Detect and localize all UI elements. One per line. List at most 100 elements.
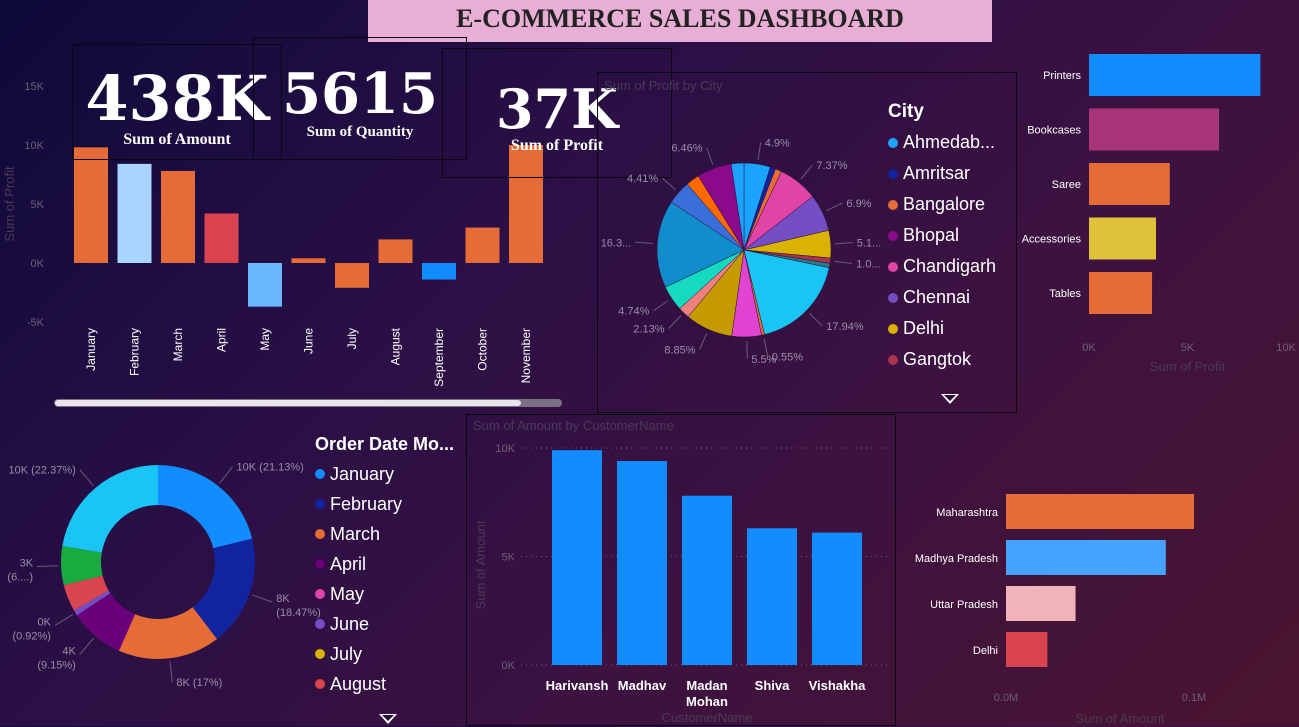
y-tick-label: Accessories <box>1022 234 1082 246</box>
pie-data-label: 4.41% <box>627 173 658 185</box>
bar <box>1006 540 1166 575</box>
amount-by-customer-chart[interactable]: Sum of Amount by CustomerName 10K 5K 0K Sum … <box>466 414 896 726</box>
x-tick-label: 0K <box>1082 342 1096 354</box>
profit-by-subcategory-chart[interactable]: Printers Bookcases Saree Accessories Tables 0… <box>1017 44 1299 414</box>
legend-item[interactable]: May <box>315 579 454 609</box>
legend-item[interactable]: January <box>315 459 454 489</box>
legend-item[interactable]: April <box>315 549 454 579</box>
x-axis-label: CustomerName <box>661 710 752 725</box>
legend-dot <box>888 137 898 148</box>
x-tick-label: August <box>389 327 403 365</box>
donut-data-label: (9.15%) <box>37 659 76 671</box>
donut-data-label: 10K (21.13%) <box>237 462 304 474</box>
dashboard-title: E-COMMERCE SALES DASHBOARD <box>368 0 992 42</box>
legend-item[interactable]: Ahmedab... <box>888 127 996 158</box>
legend-label: Gangtok <box>903 349 972 369</box>
x-tick-label: May <box>258 328 272 351</box>
y-tick-label: Maharashtra <box>936 507 999 519</box>
legend-item[interactable]: Chennai <box>888 282 996 313</box>
legend-dot <box>888 261 898 272</box>
bar <box>335 263 369 288</box>
x-tick-label: July <box>345 328 359 349</box>
pie-leader-line <box>706 147 714 165</box>
pie-data-label: 7.37% <box>816 160 847 172</box>
legend-item[interactable]: Bangalore <box>888 189 996 220</box>
y-tick-label: Delhi <box>973 645 998 657</box>
y-tick-label: Saree <box>1052 179 1081 191</box>
x-axis-label: Sum of Amount <box>1076 711 1165 726</box>
x-tick-label: Madan <box>686 678 727 693</box>
legend-item[interactable]: June <box>315 609 454 639</box>
y-tick-label: Printers <box>1043 70 1081 82</box>
legend-dot <box>315 619 325 629</box>
pie-data-label: 1.0... <box>856 258 880 270</box>
legend-label: June <box>330 613 370 634</box>
y-tick-label: Tables <box>1049 288 1081 300</box>
legend-label: Amritsar <box>903 163 970 183</box>
amount-by-month-chart[interactable]: 10K (21.13%) 8K (18.47%) 8K (17%) 4K (9.15%) 0… <box>0 428 465 726</box>
legend-item[interactable]: March <box>315 519 454 549</box>
donut-leader-line <box>219 466 233 484</box>
profit-by-subcategory-svg: Printers Bookcases Saree Accessories Tables 0… <box>1022 54 1296 374</box>
pie-data-label: 2.13% <box>633 324 664 336</box>
y-tick-label: Uttar Pradesh <box>930 599 998 611</box>
legend-label: Bhopal <box>903 225 960 245</box>
legend-item[interactable]: July <box>315 639 454 669</box>
kpi-card-quantity: 5615 Sum of Quantity <box>253 37 467 160</box>
y-axis-label: Sum of Profit <box>2 166 17 242</box>
pie-data-label: 0.55% <box>772 351 803 363</box>
donut-data-label: 0K <box>38 616 52 628</box>
donut-leader-line <box>252 594 273 603</box>
legend-item[interactable]: Bhopal <box>888 220 996 251</box>
month-legend[interactable]: Order Date Mo... January February March Apr… <box>315 434 454 699</box>
x-tick-label: March <box>171 328 185 361</box>
x-tick-label: June <box>302 328 316 354</box>
y-tick-label: -5K <box>27 317 45 329</box>
pie-data-label: 16.3... <box>601 237 632 249</box>
pie-data-label: 5.1... <box>857 238 881 250</box>
y-tick-label: 10K <box>495 443 515 455</box>
legend-item[interactable]: August <box>315 669 454 699</box>
y-tick-label: 0K <box>502 660 516 672</box>
legend-item[interactable]: Chandigarh <box>888 251 996 282</box>
bar <box>117 163 152 263</box>
pie-leader-line <box>746 340 748 359</box>
bar <box>1006 494 1194 529</box>
legend-dot <box>315 679 325 689</box>
amount-by-customer-svg: Sum of Amount by CustomerName 10K 5K 0K Sum … <box>473 418 887 725</box>
pie-leader-line <box>661 177 677 191</box>
pie-leader-line <box>757 142 762 161</box>
legend-item[interactable]: Delhi <box>888 313 996 344</box>
month-legend-scroll-down-icon[interactable] <box>379 714 397 724</box>
profit-by-city-chart[interactable]: Sum of Profit by City 4.9% 7.37% 6.9% 5.1...… <box>597 72 1017 413</box>
bar <box>1089 163 1170 205</box>
legend-label: Delhi <box>903 318 945 338</box>
amount-by-state-chart[interactable]: Maharashtra Madhya Pradesh Uttar Pradesh De… <box>896 414 1299 726</box>
x-tick-label: 0.0M <box>994 692 1018 704</box>
y-tick-label: 0K <box>31 258 45 270</box>
donut-leader-line <box>54 614 74 626</box>
donut-data-label: 8K <box>276 593 290 605</box>
kpi-quantity-value: 5615 <box>282 61 438 127</box>
scrollbar-thumb <box>55 400 521 406</box>
bar <box>552 450 602 665</box>
pie-leader-line <box>699 332 708 350</box>
bar <box>1006 586 1076 621</box>
donut-data-label: (0.92%) <box>12 630 51 642</box>
bar <box>747 528 797 665</box>
legend-dot <box>315 589 325 599</box>
legend-item[interactable]: February <box>315 489 454 519</box>
x-tick-label: October <box>476 328 490 371</box>
pie-leader-line <box>825 202 843 212</box>
x-tick-label: September <box>432 328 446 387</box>
amount-by-state-svg: Maharashtra Madhya Pradesh Uttar Pradesh De… <box>915 494 1206 726</box>
city-legend-scroll-down-icon[interactable] <box>941 394 959 404</box>
legend-dot <box>888 323 898 334</box>
legend-dot <box>315 499 325 509</box>
legend-item[interactable]: Gangtok <box>888 344 996 375</box>
city-legend[interactable]: City Ahmedab... Amritsar Bangalore Bhopal Ch… <box>888 101 996 375</box>
x-tick-label: Mohan <box>686 694 728 709</box>
pie-data-label: 8.85% <box>664 345 695 357</box>
kpi-amount-value: 438K <box>85 62 269 135</box>
legend-item[interactable]: Amritsar <box>888 158 996 189</box>
